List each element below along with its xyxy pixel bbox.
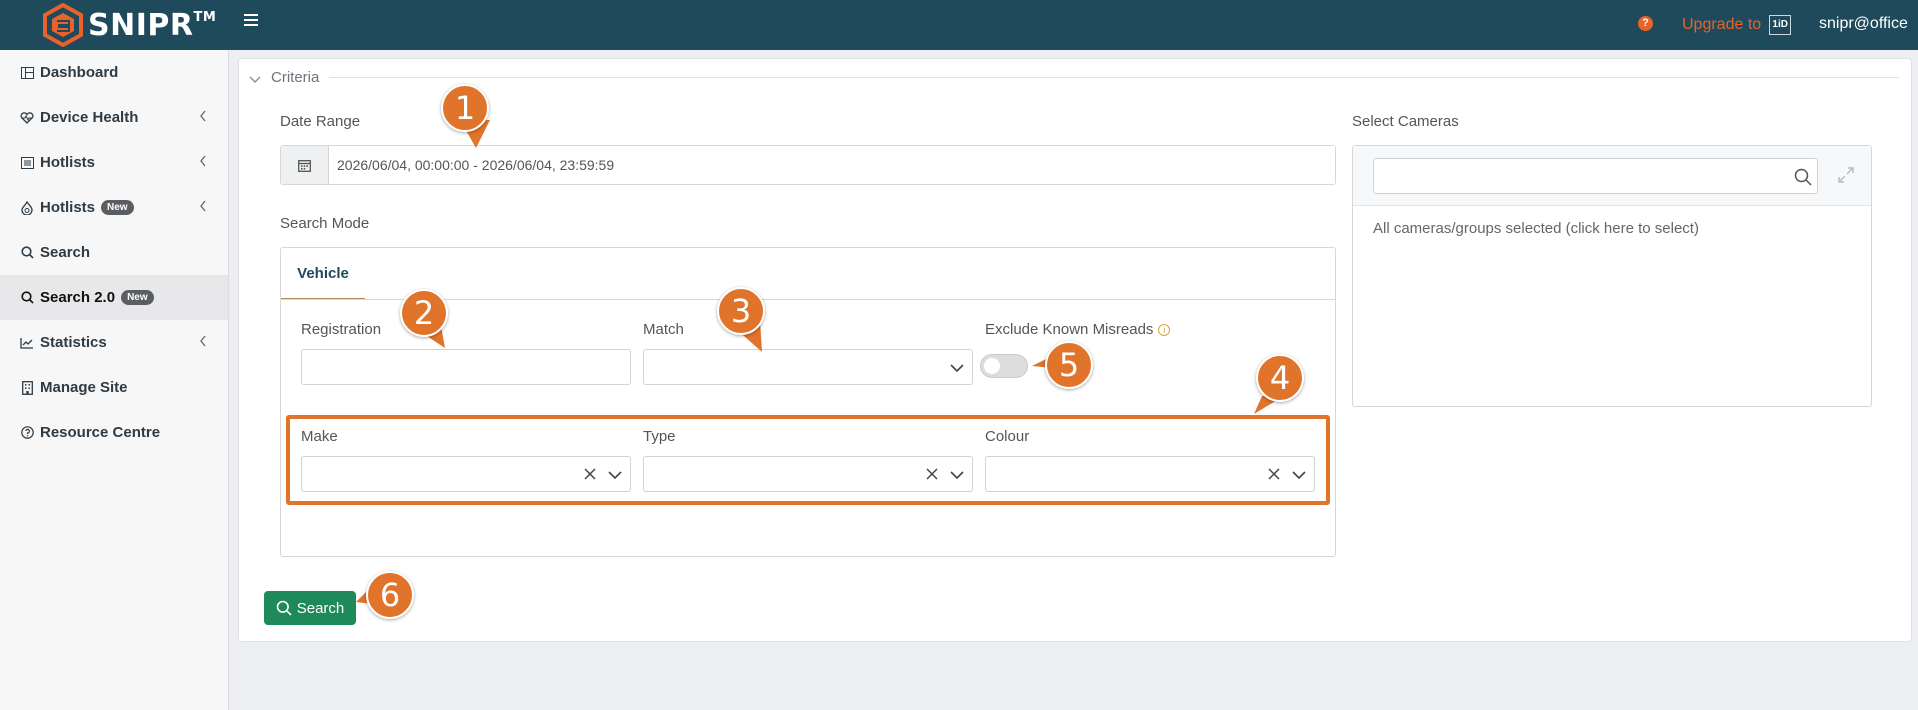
search-mode-label: Search Mode bbox=[280, 215, 370, 232]
logo[interactable]: SNIPRTM bbox=[42, 3, 216, 47]
question-circle-icon bbox=[20, 426, 34, 440]
match-select[interactable] bbox=[643, 349, 973, 385]
sidebar-item-resource-centre[interactable]: Resource Centre bbox=[0, 410, 228, 455]
fire-icon bbox=[20, 200, 34, 215]
chevron-left-icon bbox=[200, 335, 206, 347]
expand-icon[interactable] bbox=[1837, 166, 1855, 184]
exclude-misreads-toggle[interactable] bbox=[980, 354, 1028, 378]
sidebar-item-search[interactable]: Search bbox=[0, 230, 228, 275]
sidebar-item-label: Manage Site bbox=[40, 379, 128, 396]
search-icon bbox=[20, 291, 34, 305]
camera-search-input[interactable] bbox=[1373, 158, 1818, 194]
help-icon[interactable]: ? bbox=[1638, 16, 1653, 31]
divider bbox=[329, 77, 1899, 78]
sidebar-item-label: Resource Centre bbox=[40, 424, 161, 441]
camera-selection-summary[interactable]: All cameras/groups selected (click here … bbox=[1373, 220, 1699, 237]
sidebar-item-search-2[interactable]: Search 2.0 New bbox=[0, 275, 228, 320]
date-range-label: Date Range bbox=[280, 113, 361, 130]
dashboard-icon bbox=[20, 66, 34, 80]
chevron-left-icon bbox=[200, 155, 206, 167]
callout-4: 4 bbox=[1256, 354, 1304, 402]
date-range-input[interactable] bbox=[329, 146, 1335, 184]
sidebar-item-label: Search 2.0 bbox=[40, 289, 116, 306]
top-bar: SNIPRTM ? Upgrade to 1iD snipr@office bbox=[0, 0, 1918, 50]
sidebar-item-manage-site[interactable]: Manage Site bbox=[0, 365, 228, 410]
user-menu[interactable]: snipr@office bbox=[1819, 15, 1908, 33]
callout-3: 3 bbox=[717, 287, 765, 335]
match-label: Match bbox=[643, 321, 684, 338]
calendar-icon[interactable] bbox=[281, 146, 329, 184]
sidebar-item-hotlists[interactable]: Hotlists bbox=[0, 140, 228, 185]
callout-2: 2 bbox=[400, 289, 448, 337]
menu-toggle-icon[interactable] bbox=[244, 14, 258, 26]
chevron-left-icon bbox=[200, 200, 206, 212]
sidebar-item-hotlists-new[interactable]: Hotlists New bbox=[0, 185, 228, 230]
callout-5: 5 bbox=[1045, 341, 1093, 389]
chevron-left-icon bbox=[200, 110, 206, 122]
callout-1: 1 bbox=[441, 84, 489, 132]
upgrade-link[interactable]: Upgrade to 1iD bbox=[1682, 15, 1792, 35]
select-cameras-label: Select Cameras bbox=[1352, 113, 1459, 130]
callout-6: 6 bbox=[366, 571, 414, 619]
chevron-down-icon bbox=[950, 364, 964, 373]
building-icon bbox=[20, 380, 34, 395]
chart-line-icon bbox=[20, 336, 34, 350]
search-icon bbox=[20, 246, 34, 260]
date-range-field[interactable] bbox=[280, 145, 1336, 185]
upgrade-label: Upgrade to bbox=[1682, 16, 1762, 33]
new-badge: New bbox=[121, 290, 154, 305]
registration-input[interactable] bbox=[301, 349, 631, 385]
tab-vehicle[interactable]: Vehicle bbox=[281, 248, 365, 300]
sidebar-item-dashboard[interactable]: Dashboard bbox=[0, 50, 228, 95]
logo-text: SNIPRTM bbox=[88, 7, 217, 43]
toggle-knob bbox=[984, 358, 1000, 374]
camera-search-bar bbox=[1353, 146, 1871, 206]
sidebar-item-statistics[interactable]: Statistics bbox=[0, 320, 228, 365]
new-badge: New bbox=[101, 200, 134, 215]
heart-pulse-icon bbox=[20, 111, 34, 125]
logo-icon bbox=[43, 3, 83, 47]
exclude-misreads-label: Exclude Known Misreads i bbox=[985, 321, 1171, 338]
sidebar-item-label: Dashboard bbox=[40, 64, 119, 81]
list-icon bbox=[20, 156, 34, 170]
search-icon bbox=[276, 600, 292, 616]
sidebar-item-label: Hotlists bbox=[40, 199, 96, 216]
sidebar-item-label: Device Health bbox=[40, 109, 139, 126]
info-icon[interactable]: i bbox=[1158, 324, 1171, 337]
search-button[interactable]: Search bbox=[264, 591, 356, 625]
sidebar-item-device-health[interactable]: Device Health bbox=[0, 95, 228, 140]
highlight-box bbox=[286, 415, 1330, 505]
sidebar: Dashboard Device Health Hotlists Hotlist… bbox=[0, 50, 229, 710]
chevron-down-icon bbox=[249, 76, 261, 83]
upgrade-badge: 1iD bbox=[1769, 15, 1792, 35]
search-icon[interactable] bbox=[1794, 168, 1812, 186]
search-button-label: Search bbox=[296, 599, 345, 617]
registration-label: Registration bbox=[301, 321, 382, 338]
camera-selector: All cameras/groups selected (click here … bbox=[1352, 145, 1872, 407]
criteria-title: Criteria bbox=[271, 69, 320, 86]
sidebar-item-label: Hotlists bbox=[40, 154, 96, 171]
sidebar-item-label: Statistics bbox=[40, 334, 107, 351]
sidebar-item-label: Search bbox=[40, 244, 91, 261]
criteria-toggle[interactable]: Criteria bbox=[249, 69, 319, 86]
